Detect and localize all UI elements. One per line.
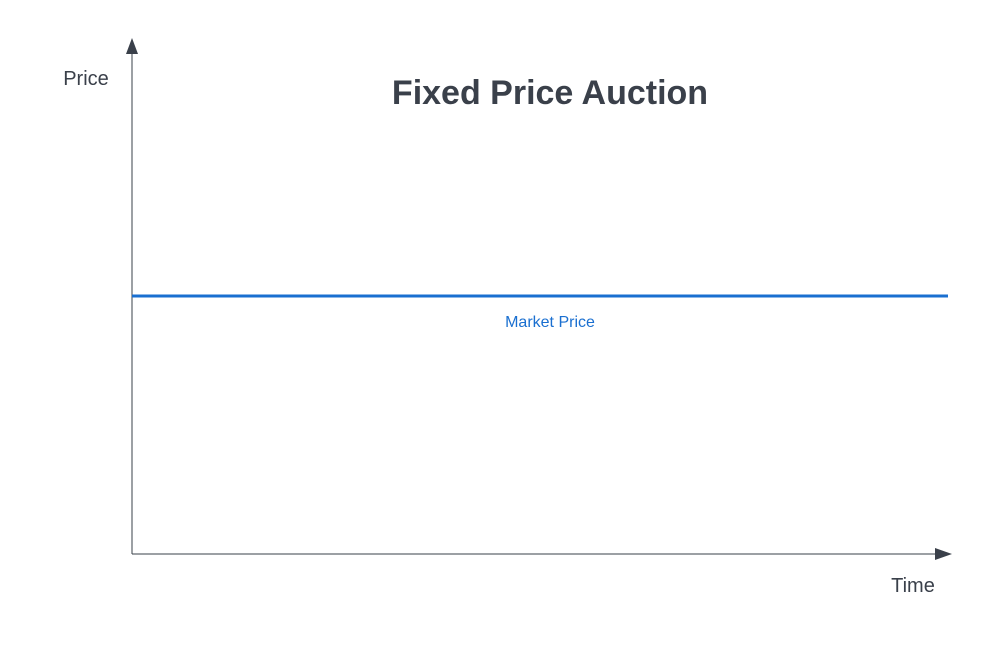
- fixed-price-auction-chart: Fixed Price Auction Price Time Market Pr…: [63, 38, 952, 597]
- market-price-label: Market Price: [505, 314, 595, 331]
- y-axis-label: Price: [63, 68, 109, 90]
- y-axis-arrowhead: [126, 38, 138, 54]
- x-axis-label: Time: [891, 575, 935, 597]
- x-axis-arrowhead: [935, 548, 952, 560]
- chart-title: Fixed Price Auction: [392, 74, 708, 112]
